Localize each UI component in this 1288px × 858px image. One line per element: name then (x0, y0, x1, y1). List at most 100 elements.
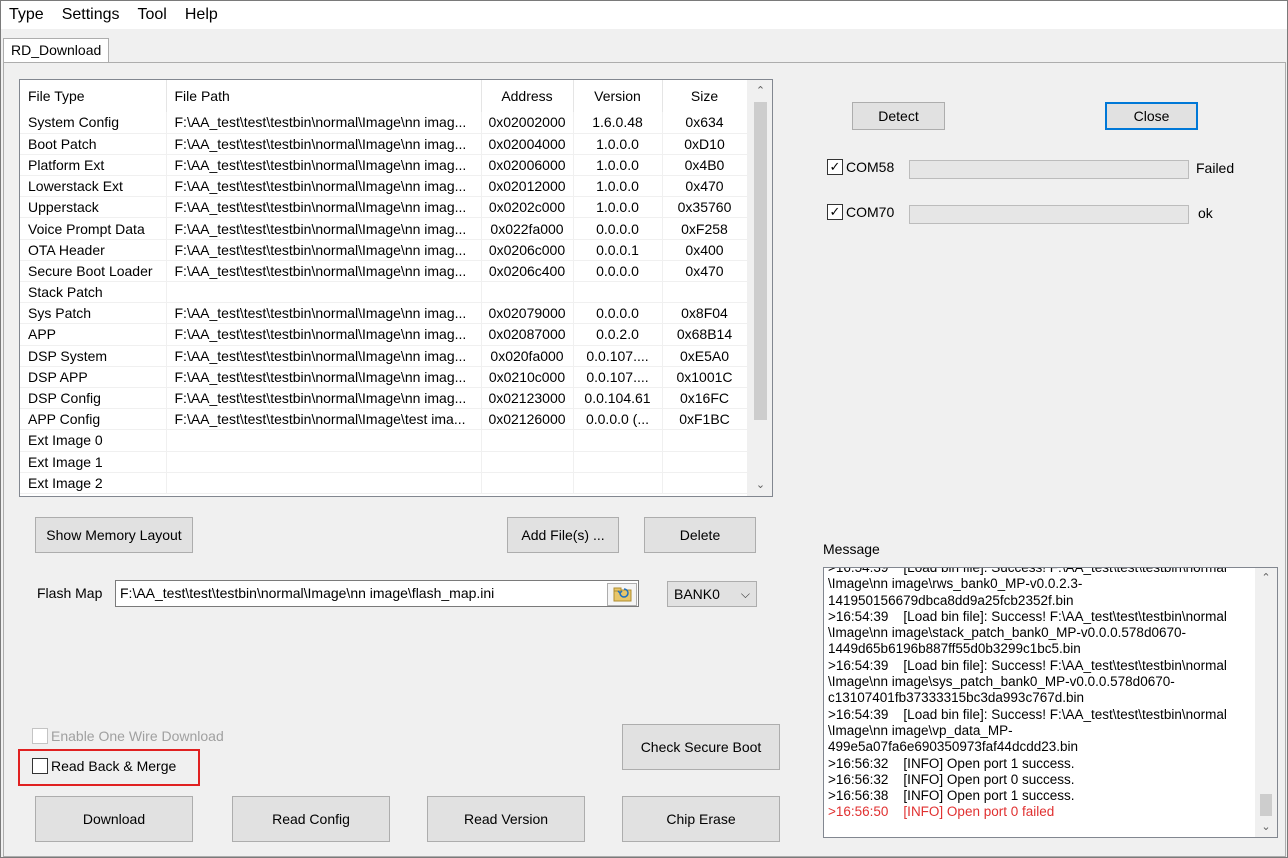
message-line: >16:54:39 [Load bin file]: Success! F:\A… (828, 567, 1227, 575)
cell-file-path: F:\AA_test\test\testbin\normal\Image\nn … (166, 133, 482, 155)
cell-version: 0.0.104.61 (573, 387, 663, 410)
cell-address: 0x0210c000 (481, 366, 574, 388)
enable-one-wire-checkbox[interactable] (32, 728, 48, 744)
message-line: >16:56:32 [INFO] Open port 0 success. (828, 771, 1075, 787)
app-window: Type Settings Tool Help RD_Download File… (0, 0, 1288, 858)
table-row[interactable]: DSP Config F:\AA_test\test\testbin\normal… (20, 387, 748, 410)
cell-address: 0x0206c400 (481, 260, 574, 283)
column-header-file-type[interactable]: File Type (20, 80, 167, 112)
cell-file-path (166, 472, 482, 494)
table-row[interactable]: Stack Patch (20, 281, 748, 304)
file-table[interactable]: File Type File Path Address Version Size… (19, 79, 773, 497)
message-line: \Image\nn image\rws_bank0_MP-v0.0.2.3- (828, 576, 1083, 592)
show-memory-layout-button[interactable]: Show Memory Layout (35, 517, 193, 553)
table-header: File Type File Path Address Version Size (20, 80, 748, 112)
port-checkbox[interactable]: ✓ (827, 159, 843, 175)
read-config-button[interactable]: Read Config (232, 796, 390, 842)
cell-size: 0xE5A0 (662, 345, 748, 367)
tab-rd-download[interactable]: RD_Download (3, 38, 110, 63)
port-row: ✓ COM70 (827, 204, 894, 220)
close-button[interactable]: Close (1105, 102, 1198, 130)
check-secure-boot-button[interactable]: Check Secure Boot (622, 724, 780, 770)
table-scrollbar[interactable]: ⌃ ⌄ (747, 80, 772, 496)
table-row[interactable]: Secure Boot Loader F:\AA_test\test\testbi… (20, 260, 748, 283)
cell-version (573, 429, 663, 452)
cell-file-type: Stack Patch (20, 281, 167, 304)
cell-size (662, 451, 748, 473)
cell-address: 0x02087000 (481, 323, 574, 346)
message-scrollbar[interactable]: ⌃ ⌄ (1255, 568, 1277, 837)
table-row[interactable]: Upperstack F:\AA_test\test\testbin\normal… (20, 196, 748, 219)
table-row[interactable]: DSP APP F:\AA_test\test\testbin\normal\Im… (20, 366, 748, 388)
chip-erase-button[interactable]: Chip Erase (622, 796, 780, 842)
menu-help[interactable]: Help (176, 1, 227, 29)
table-row[interactable]: Ext Image 1 (20, 451, 748, 473)
cell-file-path: F:\AA_test\test\testbin\normal\Image\nn … (166, 239, 482, 261)
menu-settings[interactable]: Settings (53, 1, 129, 29)
port-checkbox[interactable]: ✓ (827, 204, 843, 220)
cell-size: 0x470 (662, 260, 748, 283)
table-row[interactable]: DSP System F:\AA_test\test\testbin\normal… (20, 345, 748, 367)
message-line: >16:54:39 [Load bin file]: Success! F:\A… (828, 657, 1227, 673)
cell-file-type: Boot Patch (20, 133, 167, 155)
enable-one-wire-option: Enable One Wire Download (32, 728, 224, 744)
cell-file-type: Ext Image 1 (20, 451, 167, 473)
menu-tool[interactable]: Tool (129, 1, 176, 29)
cell-address (481, 472, 574, 494)
download-button[interactable]: Download (35, 796, 193, 842)
read-version-button[interactable]: Read Version (427, 796, 585, 842)
bank-select[interactable]: BANK0 ⌵ (667, 581, 757, 607)
table-row[interactable]: Ext Image 0 (20, 429, 748, 452)
table-row[interactable]: Sys Patch F:\AA_test\test\testbin\normal\… (20, 302, 748, 325)
msg-scroll-up-icon[interactable]: ⌃ (1255, 568, 1277, 588)
column-header-version[interactable]: Version (573, 80, 663, 112)
table-row[interactable]: System Config F:\AA_test\test\testbin\nor… (20, 112, 748, 134)
table-row[interactable]: Boot Patch F:\AA_test\test\testbin\normal… (20, 133, 748, 155)
message-log[interactable]: >16:54:39 [Load bin file]: Success! F:\A… (823, 567, 1278, 838)
port-status: Failed (1196, 160, 1235, 176)
column-header-size[interactable]: Size (662, 80, 748, 112)
cell-address: 0x02126000 (481, 408, 574, 431)
cell-file-type: APP Config (20, 408, 167, 431)
cell-file-path: F:\AA_test\test\testbin\normal\Image\nn … (166, 175, 482, 198)
column-header-file-path[interactable]: File Path (166, 80, 482, 112)
cell-address: 0x022fa000 (481, 217, 574, 240)
table-row[interactable]: OTA Header F:\AA_test\test\testbin\normal… (20, 239, 748, 261)
menu-type[interactable]: Type (1, 1, 53, 29)
cell-file-path (166, 281, 482, 304)
cell-version: 0.0.0.0 (... (573, 408, 663, 431)
cell-size: 0x400 (662, 239, 748, 261)
scroll-down-icon[interactable]: ⌄ (748, 474, 772, 496)
cell-size: 0x35760 (662, 196, 748, 219)
msg-scroll-thumb[interactable] (1260, 794, 1272, 816)
chevron-down-icon: ⌵ (740, 587, 750, 601)
cell-version: 0.0.0.0 (573, 302, 663, 325)
cell-address: 0x02079000 (481, 302, 574, 325)
cell-file-type: DSP APP (20, 366, 167, 388)
table-row[interactable]: Platform Ext F:\AA_test\test\testbin\norm… (20, 154, 748, 177)
message-line: >16:56:32 [INFO] Open port 1 success. (828, 755, 1075, 771)
cell-file-path: F:\AA_test\test\testbin\normal\Image\nn … (166, 260, 482, 283)
table-row[interactable]: Voice Prompt Data F:\AA_test\test\testbin… (20, 217, 748, 240)
cell-file-type: Upperstack (20, 196, 167, 219)
message-label: Message (823, 541, 880, 557)
cell-file-path (166, 429, 482, 452)
table-row[interactable]: APP Config F:\AA_test\test\testbin\normal… (20, 408, 748, 431)
detect-button[interactable]: Detect (852, 102, 945, 130)
cell-file-type: Lowerstack Ext (20, 175, 167, 198)
table-scroll-thumb[interactable] (754, 102, 767, 420)
cell-version: 1.0.0.0 (573, 133, 663, 155)
msg-scroll-down-icon[interactable]: ⌄ (1255, 817, 1277, 837)
cell-version: 1.0.0.0 (573, 175, 663, 198)
table-row[interactable]: Ext Image 2 (20, 472, 748, 494)
folder-icon[interactable] (607, 583, 637, 606)
table-row[interactable]: APP F:\AA_test\test\testbin\normal\Image\… (20, 323, 748, 346)
cell-file-type: OTA Header (20, 239, 167, 261)
add-files-button[interactable]: Add File(s) ... (507, 517, 619, 553)
column-header-address[interactable]: Address (481, 80, 574, 112)
table-row[interactable]: Lowerstack Ext F:\AA_test\test\testbin\no… (20, 175, 748, 198)
scroll-up-icon[interactable]: ⌃ (748, 80, 772, 102)
flash-map-path-input[interactable]: F:\AA_test\test\testbin\normal\Image\nn … (115, 580, 639, 607)
port-row: ✓ COM58 (827, 159, 894, 175)
delete-button[interactable]: Delete (644, 517, 756, 553)
